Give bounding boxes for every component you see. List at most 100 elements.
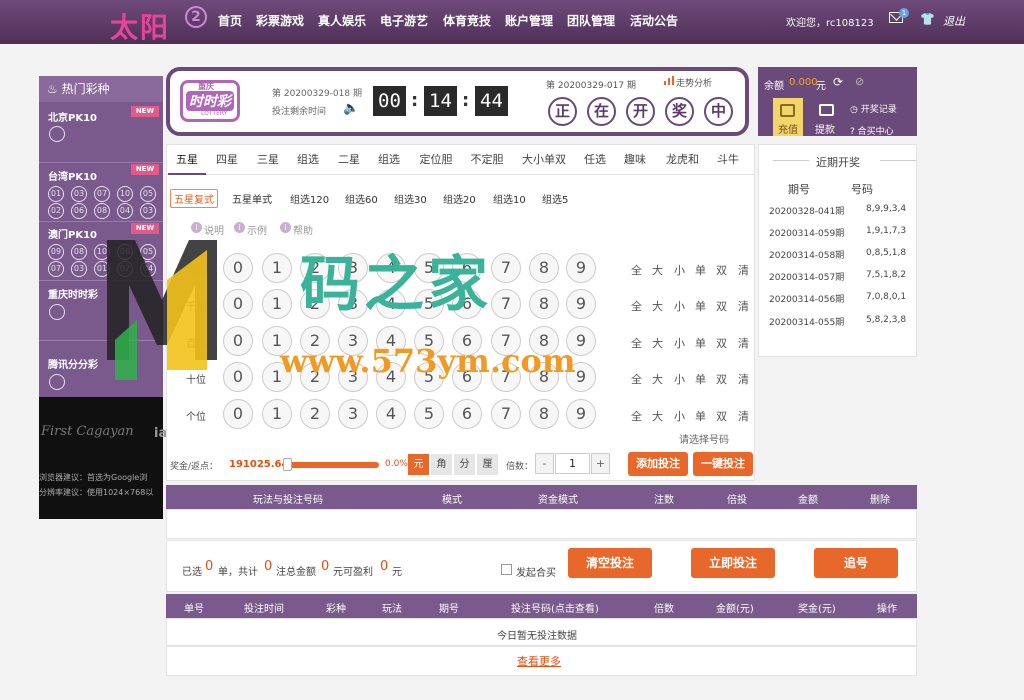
nav-home[interactable]: 首页 xyxy=(218,12,242,29)
digit-ball-8[interactable]: 8 xyxy=(529,289,559,319)
digit-ball-7[interactable]: 7 xyxy=(491,253,521,283)
quick-select-button[interactable]: 小 xyxy=(674,408,685,424)
quick-select-button[interactable]: 全 xyxy=(631,408,642,424)
subtab-group120[interactable]: 组选120 xyxy=(290,191,329,206)
digit-ball-6[interactable]: 6 xyxy=(452,399,482,429)
logout-link[interactable]: 退出 xyxy=(943,13,965,29)
site-logo[interactable]: 太阳 xyxy=(110,6,170,46)
sidebar-item-mopk10[interactable]: 澳门PK10 xyxy=(48,226,97,241)
subtab-group20[interactable]: 组选20 xyxy=(443,191,476,206)
tab-five-star[interactable]: 五星 xyxy=(168,145,206,175)
subtab-group5[interactable]: 组选5 xyxy=(542,191,568,206)
quick-select-button[interactable]: 全 xyxy=(631,298,642,314)
digit-ball-0[interactable]: 0 xyxy=(223,362,253,392)
quick-select-button[interactable]: 双 xyxy=(716,298,727,314)
quick-select-button[interactable]: 清 xyxy=(738,408,749,424)
nav-lottery-games[interactable]: 彩票游戏 xyxy=(256,12,304,29)
multiplier-input[interactable]: 1 xyxy=(555,453,590,474)
quick-select-button[interactable]: 清 xyxy=(738,335,749,351)
shirt-icon[interactable]: 👕 xyxy=(920,12,935,26)
tab-fun[interactable]: 趣味 xyxy=(616,145,654,175)
quick-select-button[interactable]: 大 xyxy=(652,408,663,424)
tab-four-star[interactable]: 四星 xyxy=(208,145,246,175)
speaker-icon[interactable]: 🔈 xyxy=(343,101,359,116)
digit-ball-9[interactable]: 9 xyxy=(566,399,596,429)
digit-ball-5[interactable]: 5 xyxy=(414,399,444,429)
digit-ball-1[interactable]: 1 xyxy=(262,399,292,429)
clear-bets-button[interactable]: 清空投注 xyxy=(568,548,652,578)
tab-two-star[interactable]: 二星 xyxy=(330,145,368,175)
subtab-group60[interactable]: 组选60 xyxy=(345,191,378,206)
quick-select-button[interactable]: 双 xyxy=(716,408,727,424)
unit-fen-button[interactable]: 分 xyxy=(454,454,475,475)
subtab-group10[interactable]: 组选10 xyxy=(493,191,526,206)
quick-select-button[interactable]: 清 xyxy=(738,298,749,314)
nav-account[interactable]: 账户管理 xyxy=(505,12,553,29)
digit-ball-0[interactable]: 0 xyxy=(223,289,253,319)
unit-li-button[interactable]: 厘 xyxy=(477,454,498,475)
explain-link[interactable]: 说明 xyxy=(204,222,224,237)
tab-three-star[interactable]: 三星 xyxy=(249,145,287,175)
sidebar-banner[interactable] xyxy=(39,397,163,519)
digit-ball-7[interactable]: 7 xyxy=(491,399,521,429)
quick-select-button[interactable]: 全 xyxy=(631,371,642,387)
trend-analysis-link[interactable]: 走势分析 xyxy=(676,76,712,89)
nav-team[interactable]: 团队管理 xyxy=(567,12,615,29)
refresh-icon[interactable]: ⟳ xyxy=(833,75,843,89)
quick-select-button[interactable]: 单 xyxy=(695,262,706,278)
quick-select-button[interactable]: 双 xyxy=(716,262,727,278)
quick-select-button[interactable]: 单 xyxy=(695,335,706,351)
rebate-slider-handle[interactable] xyxy=(283,458,292,471)
tab-group-2[interactable]: 组选 xyxy=(370,145,408,175)
draw-history-link[interactable]: ◷ 开奖记录 xyxy=(850,102,897,115)
quick-select-button[interactable]: 大 xyxy=(652,371,663,387)
subtab-five-single[interactable]: 五星单式 xyxy=(232,191,272,206)
nav-sports[interactable]: 体育竞技 xyxy=(443,12,491,29)
unit-yuan-button[interactable]: 元 xyxy=(408,454,429,475)
nav-announcements[interactable]: 活动公告 xyxy=(630,12,678,29)
quick-select-button[interactable]: 单 xyxy=(695,408,706,424)
nav-live-casino[interactable]: 真人娱乐 xyxy=(318,12,366,29)
trend-chart-icon[interactable] xyxy=(664,76,674,85)
digit-ball-0[interactable]: 0 xyxy=(223,253,253,283)
example-link[interactable]: 示例 xyxy=(247,222,267,237)
joint-buy-checkbox[interactable] xyxy=(501,564,512,575)
quick-select-button[interactable]: 大 xyxy=(652,298,663,314)
quick-select-button[interactable]: 单 xyxy=(695,298,706,314)
digit-ball-1[interactable]: 1 xyxy=(262,253,292,283)
digit-ball-9[interactable]: 9 xyxy=(566,289,596,319)
rebate-slider[interactable] xyxy=(284,462,379,468)
view-more-link[interactable]: 查看更多 xyxy=(517,653,561,669)
quick-select-button[interactable]: 小 xyxy=(674,335,685,351)
withdraw-button[interactable]: 提款 xyxy=(815,121,835,136)
tab-big-small[interactable]: 大小单双 xyxy=(516,145,572,175)
digit-ball-0[interactable]: 0 xyxy=(223,399,253,429)
joint-buy-label[interactable]: 发起合买 xyxy=(516,564,556,579)
subtab-five-compound[interactable]: 五星复式 xyxy=(170,189,218,208)
quick-select-button[interactable]: 双 xyxy=(716,371,727,387)
help-link[interactable]: 帮助 xyxy=(293,222,313,237)
digit-ball-8[interactable]: 8 xyxy=(529,253,559,283)
quick-select-button[interactable]: 清 xyxy=(738,371,749,387)
digit-ball-8[interactable]: 8 xyxy=(529,399,559,429)
group-buy-center-link[interactable]: ? 合买中心 xyxy=(850,124,894,137)
multiplier-decrease-button[interactable]: - xyxy=(535,453,554,474)
multiplier-increase-button[interactable]: + xyxy=(591,453,610,474)
subtab-group30[interactable]: 组选30 xyxy=(394,191,427,206)
nav-slots[interactable]: 电子游艺 xyxy=(380,12,428,29)
tab-position[interactable]: 定位胆 xyxy=(412,145,460,175)
chase-number-button[interactable]: 追号 xyxy=(814,548,898,578)
quick-select-button[interactable]: 大 xyxy=(652,335,663,351)
sidebar-item-cqssc[interactable]: 重庆时时彩 xyxy=(48,286,98,301)
quick-select-button[interactable]: 小 xyxy=(674,298,685,314)
quick-select-button[interactable]: 小 xyxy=(674,262,685,278)
hide-balance-icon[interactable]: ⊘ xyxy=(855,75,864,88)
wallet-icon[interactable] xyxy=(819,104,834,116)
digit-ball-4[interactable]: 4 xyxy=(376,399,406,429)
digit-ball-2[interactable]: 2 xyxy=(300,399,330,429)
tab-non-position[interactable]: 不定胆 xyxy=(463,145,511,175)
quick-select-button[interactable]: 单 xyxy=(695,371,706,387)
digit-ball-0[interactable]: 0 xyxy=(223,326,253,356)
digit-ball-9[interactable]: 9 xyxy=(566,253,596,283)
sidebar-item-bjpk10[interactable]: 北京PK10 xyxy=(48,109,97,124)
